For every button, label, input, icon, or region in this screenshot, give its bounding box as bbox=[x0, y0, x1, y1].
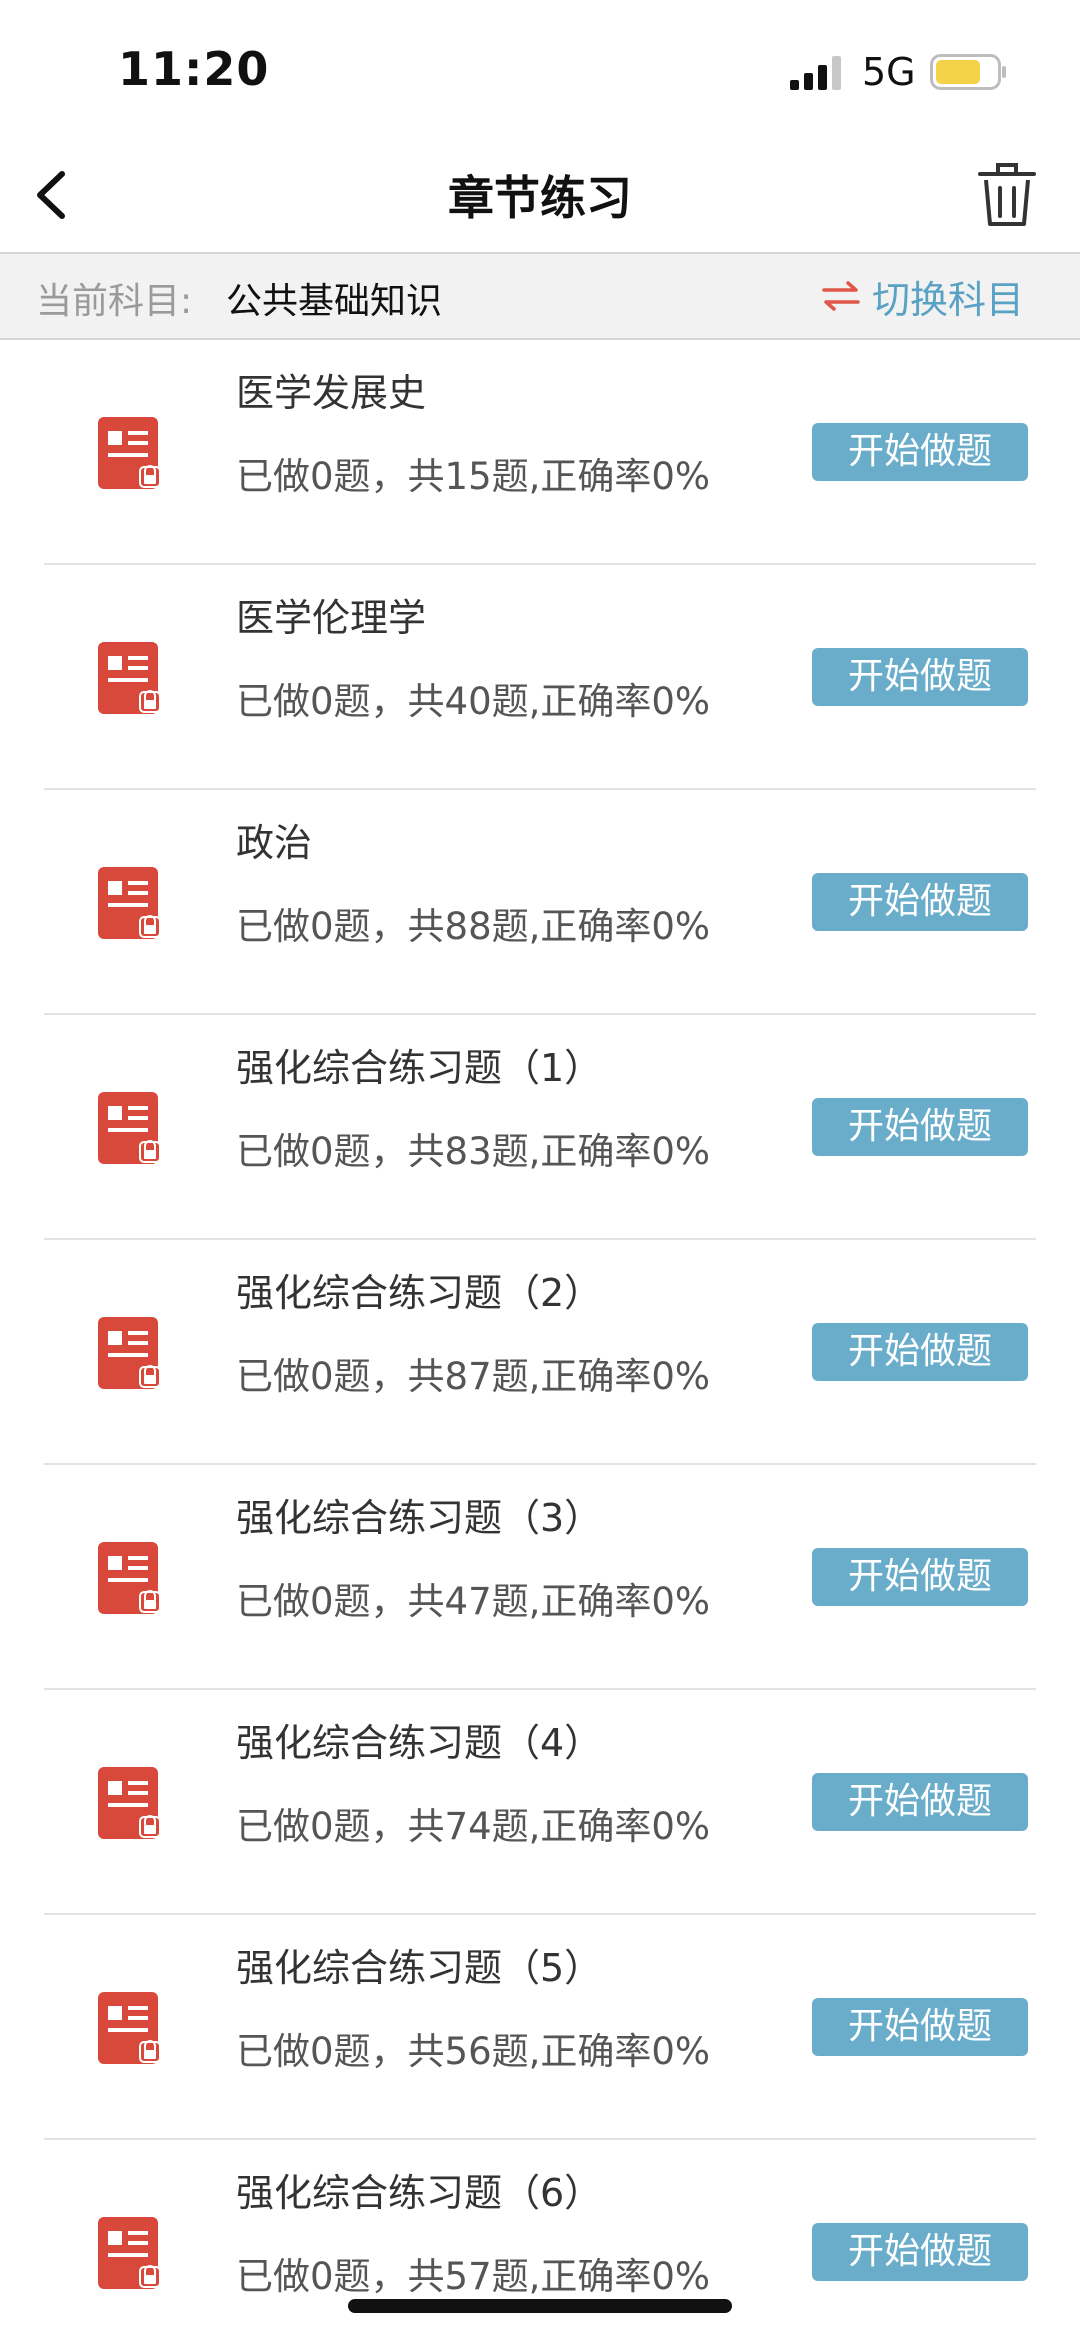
locked-document-icon bbox=[98, 1991, 161, 2064]
subject-label: 当前科目: bbox=[36, 281, 193, 322]
chapter-practice-screen: 11:20 5G 章节练习 当前科目: 公共基础知识 切换科目 医学发展史 已做… bbox=[0, 0, 1080, 2337]
chapter-item[interactable]: 政治 已做0题，共88题,正确率0% 开始做题 bbox=[44, 790, 1036, 1015]
chapter-stats: 已做0题，共56题,正确率0% bbox=[236, 2030, 711, 2073]
chapter-item[interactable]: 医学发展史 已做0题，共15题,正确率0% 开始做题 bbox=[44, 340, 1036, 565]
nav-bar: 章节练习 bbox=[0, 140, 1080, 254]
locked-document-icon bbox=[98, 416, 161, 489]
current-subject: 公共基础知识 bbox=[226, 281, 443, 322]
cellular-signal-icon bbox=[790, 56, 841, 90]
chapter-item[interactable]: 强化综合练习题（3） 已做0题，共47题,正确率0% 开始做题 bbox=[44, 1465, 1036, 1690]
status-bar: 11:20 5G bbox=[0, 0, 1080, 140]
network-type: 5G bbox=[862, 50, 916, 94]
home-indicator bbox=[348, 2299, 732, 2313]
locked-document-icon bbox=[98, 1766, 161, 1839]
chapter-stats: 已做0题，共88题,正确率0% bbox=[236, 905, 711, 948]
chapter-stats: 已做0题，共74题,正确率0% bbox=[236, 1805, 711, 1848]
chapter-name: 强化综合练习题（6） bbox=[236, 2171, 603, 2215]
locked-document-icon bbox=[98, 1316, 161, 1389]
page-title: 章节练习 bbox=[448, 171, 632, 225]
switch-subject-label: 切换科目 bbox=[871, 277, 1024, 322]
battery-icon bbox=[930, 54, 1006, 90]
start-practice-button[interactable]: 开始做题 bbox=[812, 1547, 1028, 1606]
chapter-name: 强化综合练习题（1） bbox=[236, 1046, 603, 1090]
locked-document-icon bbox=[98, 1541, 161, 1614]
trash-icon[interactable] bbox=[976, 160, 1038, 230]
chapter-name: 医学伦理学 bbox=[236, 596, 427, 640]
swap-arrows-icon bbox=[822, 281, 860, 311]
chapter-stats: 已做0题，共40题,正确率0% bbox=[236, 680, 711, 723]
start-practice-button[interactable]: 开始做题 bbox=[812, 1997, 1028, 2056]
start-practice-button[interactable]: 开始做题 bbox=[812, 422, 1028, 481]
chapter-name: 强化综合练习题（4） bbox=[236, 1721, 603, 1765]
chapter-stats: 已做0题，共15题,正确率0% bbox=[236, 455, 711, 498]
chapter-name: 强化综合练习题（3） bbox=[236, 1496, 603, 1540]
chapter-stats: 已做0题，共47题,正确率0% bbox=[236, 1580, 711, 1623]
switch-subject-button[interactable]: 切换科目 bbox=[822, 268, 1024, 324]
subject-bar: 当前科目: 公共基础知识 切换科目 bbox=[0, 254, 1080, 340]
start-practice-button[interactable]: 开始做题 bbox=[812, 1772, 1028, 1831]
chapter-item[interactable]: 医学伦理学 已做0题，共40题,正确率0% 开始做题 bbox=[44, 565, 1036, 790]
start-practice-button[interactable]: 开始做题 bbox=[812, 872, 1028, 931]
chapter-item[interactable]: 强化综合练习题（1） 已做0题，共83题,正确率0% 开始做题 bbox=[44, 1015, 1036, 1240]
chapter-item[interactable]: 强化综合练习题（2） 已做0题，共87题,正确率0% 开始做题 bbox=[44, 1240, 1036, 1465]
start-practice-button[interactable]: 开始做题 bbox=[812, 1322, 1028, 1381]
locked-document-icon bbox=[98, 1091, 161, 1164]
chapter-item[interactable]: 强化综合练习题（5） 已做0题，共56题,正确率0% 开始做题 bbox=[44, 1915, 1036, 2140]
start-practice-button[interactable]: 开始做题 bbox=[812, 1097, 1028, 1156]
locked-document-icon bbox=[98, 866, 161, 939]
chapter-stats: 已做0题，共87题,正确率0% bbox=[236, 1355, 711, 1398]
locked-document-icon bbox=[98, 641, 161, 714]
chapter-name: 强化综合练习题（5） bbox=[236, 1946, 603, 1990]
chapter-item[interactable]: 强化综合练习题（4） 已做0题，共74题,正确率0% 开始做题 bbox=[44, 1690, 1036, 1915]
chapter-name: 政治 bbox=[236, 821, 313, 865]
locked-document-icon bbox=[98, 2216, 161, 2289]
start-practice-button[interactable]: 开始做题 bbox=[812, 2222, 1028, 2281]
chapter-stats: 已做0题，共57题,正确率0% bbox=[236, 2255, 711, 2298]
status-time: 11:20 bbox=[118, 42, 270, 96]
chapter-list: 医学发展史 已做0题，共15题,正确率0% 开始做题 医学伦理学 已做0题，共4… bbox=[0, 340, 1080, 2337]
chapter-name: 医学发展史 bbox=[236, 371, 427, 415]
chapter-stats: 已做0题，共83题,正确率0% bbox=[236, 1130, 711, 1173]
start-practice-button[interactable]: 开始做题 bbox=[812, 647, 1028, 706]
chapter-name: 强化综合练习题（2） bbox=[236, 1271, 603, 1315]
